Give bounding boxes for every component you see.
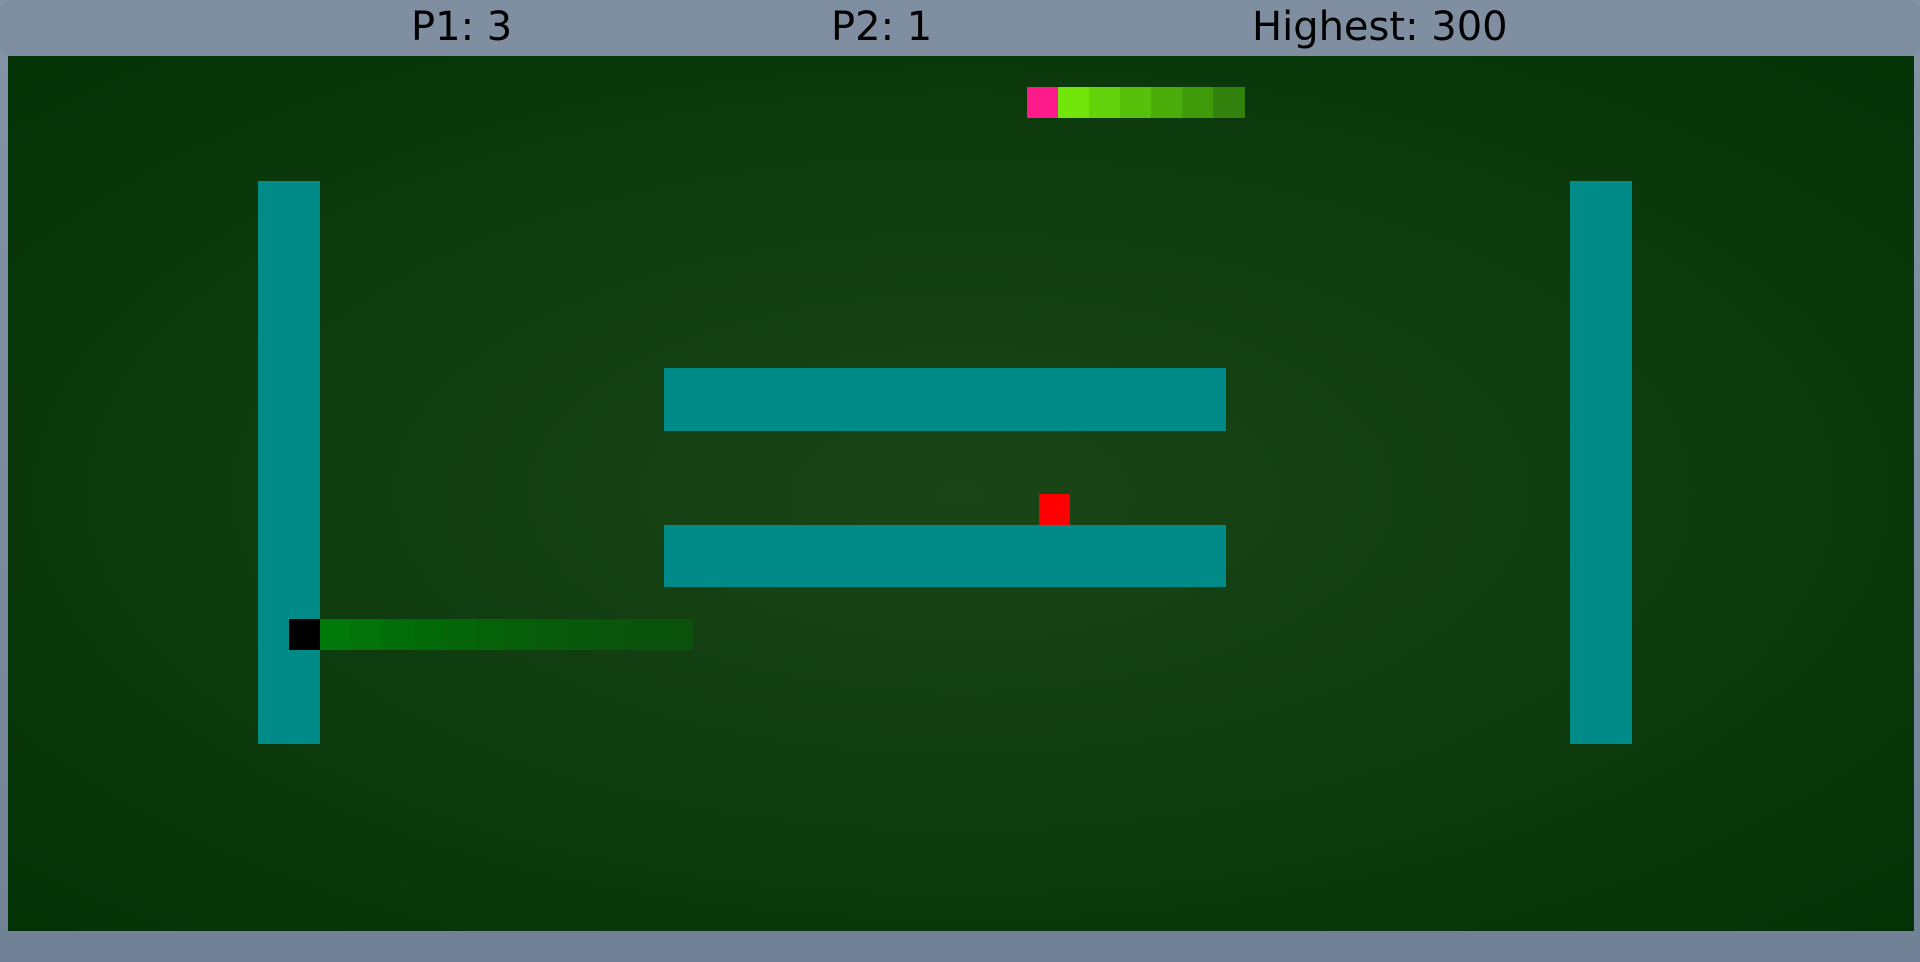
snake1-body-segment bbox=[630, 619, 662, 650]
snake2-body-segment bbox=[1151, 87, 1183, 118]
snake1-body-segment bbox=[444, 619, 476, 650]
snake2-body-segment bbox=[1089, 87, 1121, 118]
wall-left bbox=[258, 181, 320, 744]
snake2-head bbox=[1027, 87, 1058, 118]
snake1-body-segment bbox=[661, 619, 693, 650]
snake1-body-segment bbox=[506, 619, 538, 650]
snake1-body-segment bbox=[599, 619, 631, 650]
snake2-body-segment bbox=[1213, 87, 1245, 118]
snake2-body-segment bbox=[1058, 87, 1090, 118]
snake1-head bbox=[289, 619, 320, 650]
snake2-body-segment bbox=[1182, 87, 1214, 118]
game-window: P1: 3 P2: 1 Highest: 300 bbox=[0, 0, 1920, 962]
snake1-body-segment bbox=[475, 619, 507, 650]
snake1-body-segment bbox=[537, 619, 569, 650]
snake1-body-segment bbox=[568, 619, 600, 650]
wall-center-top bbox=[664, 368, 1226, 431]
wall-center-bottom bbox=[664, 525, 1226, 587]
highest-score: Highest: 300 bbox=[1252, 4, 1508, 50]
snake1-body-segment bbox=[382, 619, 414, 650]
snake1-body-segment bbox=[413, 619, 445, 650]
wall-right bbox=[1570, 181, 1632, 744]
snake1-body-segment bbox=[320, 619, 352, 650]
food bbox=[1039, 494, 1070, 525]
score-bar: P1: 3 P2: 1 Highest: 300 bbox=[0, 0, 1920, 56]
player1-score: P1: 3 bbox=[411, 4, 513, 50]
snake1-body-segment bbox=[351, 619, 383, 650]
player2-score: P2: 1 bbox=[831, 4, 933, 50]
snake2-body-segment bbox=[1120, 87, 1152, 118]
game-board bbox=[8, 56, 1914, 931]
